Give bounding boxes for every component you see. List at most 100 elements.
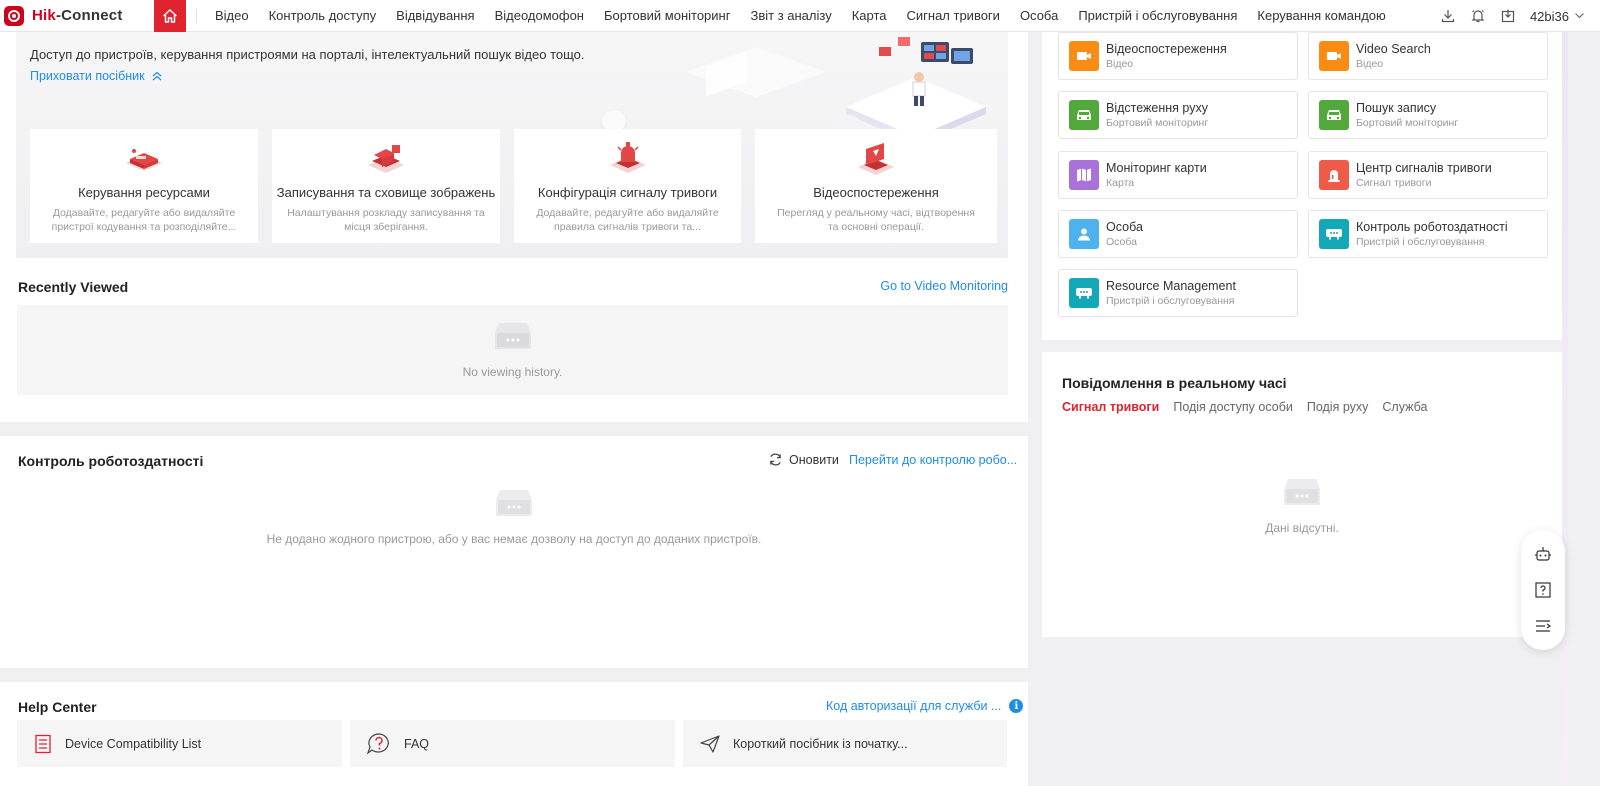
user-menu[interactable]: 42bi36: [1530, 9, 1584, 24]
user-name: 42bi36: [1529, 8, 1569, 24]
notification-bell-icon[interactable]: [1470, 8, 1486, 24]
double-chevron-up-icon: [152, 71, 162, 81]
task-download-icon[interactable]: [1500, 8, 1516, 24]
getting-started-guide: Доступ до пристроїв, керування пристроям…: [0, 32, 1028, 422]
empty-text: No viewing history.: [462, 365, 563, 379]
help-items: Device Compatibility List FAQ Короткий п…: [17, 720, 1007, 767]
empty-box-icon: [1284, 479, 1320, 505]
help-center-card: Help Center Код авторизації для служби .…: [0, 682, 1028, 786]
list-document-icon: [35, 734, 51, 753]
alarm-icon: [1319, 160, 1349, 190]
logo-text: Hik-Connect: [32, 7, 123, 24]
person-icon: [1069, 219, 1099, 249]
collapse-menu-icon[interactable]: [1534, 617, 1552, 635]
tile-description: Перегляд у реальному часі, відтворення т…: [777, 207, 975, 233]
nav-item-device-maintenance[interactable]: Пристрій і обслуговування: [1068, 8, 1247, 23]
realtime-empty: Дані відсутні.: [1042, 477, 1562, 535]
guide-tile-recording-storage[interactable]: Записування та сховище зображень Налашту…: [272, 129, 500, 243]
app-video-monitoring[interactable]: Відеоспостереження Відео: [1058, 32, 1298, 80]
app-person[interactable]: Особа Особа: [1058, 210, 1298, 258]
nav-item-map[interactable]: Карта: [842, 8, 897, 23]
tile-title: Записування та сховище зображень: [276, 185, 496, 200]
tab-alarm[interactable]: Сигнал тривоги: [1062, 400, 1159, 414]
app-logo[interactable]: Hik-Connect: [0, 5, 152, 26]
tab-service[interactable]: Служба: [1382, 400, 1427, 414]
refresh-button[interactable]: Оновити: [768, 452, 839, 467]
download-icon[interactable]: [1440, 8, 1456, 24]
home-button[interactable]: [154, 0, 186, 32]
recently-viewed-empty: No viewing history.: [17, 305, 1008, 395]
help-question-icon[interactable]: [1534, 581, 1552, 599]
chevron-down-icon: [1575, 13, 1584, 19]
vehicle-icon: [1319, 100, 1349, 130]
hide-guide-link[interactable]: Приховати посібник: [30, 69, 163, 83]
logo-icon: [4, 5, 24, 26]
app-map-monitoring[interactable]: Моніторинг карти Карта: [1058, 151, 1298, 199]
faq-question-icon: [366, 732, 389, 755]
tab-person-access-event[interactable]: Подія доступу особи: [1173, 400, 1293, 414]
app-motion-tracking[interactable]: Відстеження руху Бортовий моніторинг: [1058, 91, 1298, 139]
vehicle-icon: [1069, 100, 1099, 130]
health-monitoring-title: Контроль роботоздатності: [18, 453, 204, 469]
app-resource-management[interactable]: Resource Management Пристрій і обслуговув…: [1058, 269, 1298, 317]
alarm-config-icon: [609, 142, 646, 173]
nav-item-attendance[interactable]: Відвідування: [386, 8, 484, 23]
empty-text: Дані відсутні.: [1265, 521, 1339, 535]
go-to-health-monitoring-link[interactable]: Перейти до контролю робо...: [849, 453, 1017, 467]
home-icon: [163, 8, 177, 23]
go-to-video-monitoring-link[interactable]: Go to Video Monitoring: [880, 279, 1008, 293]
realtime-messages-title: Повідомлення в реальному часі: [1062, 375, 1287, 391]
nav-item-team-management[interactable]: Керування командою: [1247, 8, 1395, 23]
guide-description: Доступ до пристроїв, керування пристроям…: [30, 47, 585, 62]
nav-item-analysis-report[interactable]: Звіт з аналізу: [740, 8, 841, 23]
nav-item-access-control[interactable]: Контроль доступу: [259, 8, 387, 23]
help-item-quick-start[interactable]: Короткий посібник із початку...: [683, 720, 1007, 767]
help-item-device-compatibility[interactable]: Device Compatibility List: [17, 720, 342, 767]
tile-title: Керування ресурсами: [78, 185, 210, 200]
help-center-title: Help Center: [18, 699, 97, 715]
health-monitoring-card: Контроль роботоздатності Оновити Перейти…: [0, 436, 1028, 668]
recording-storage-icon: [368, 145, 404, 173]
guide-tile-alarm-config[interactable]: Конфігурація сигналу тривоги Додавайте, …: [514, 129, 741, 243]
map-icon: [1069, 160, 1099, 190]
help-item-faq[interactable]: FAQ: [350, 720, 675, 767]
nav-item-onboard-monitoring[interactable]: Бортовий моніторинг: [594, 8, 740, 23]
app-record-search[interactable]: Пошук запису Бортовий моніторинг: [1308, 91, 1548, 139]
device-icon: [1319, 219, 1349, 249]
tab-motion-event[interactable]: Подія руху: [1307, 400, 1369, 414]
empty-text: Не додано жодного пристрою, або у вас не…: [266, 532, 762, 546]
nav-item-intercom[interactable]: Відеодомофон: [485, 8, 594, 23]
video-camera-icon: [1069, 41, 1099, 71]
realtime-tabs: Сигнал тривоги Подія доступу особи Подія…: [1062, 400, 1427, 414]
paper-plane-icon: [700, 734, 720, 753]
main-nav: Відео Контроль доступу Відвідування Віде…: [205, 8, 1396, 23]
empty-box-icon: [494, 323, 531, 349]
tile-description: Додавайте, редагуйте або видаляйте прист…: [51, 207, 237, 233]
guide-tile-resource-management[interactable]: Керування ресурсами Додавайте, редагуйте…: [30, 129, 258, 243]
app-health-monitoring[interactable]: Контроль роботоздатності Пристрій і обслу…: [1308, 210, 1548, 258]
top-right-tools: 42bi36: [1440, 0, 1584, 32]
tile-description: Додавайте, редагуйте або видаляйте прави…: [536, 207, 719, 233]
top-navigation-bar: Hik-Connect Відео Контроль доступу Відві…: [0, 0, 1600, 32]
app-alarm-center[interactable]: Центр сигналів тривоги Сигнал тривоги: [1308, 151, 1548, 199]
video-search-icon: [1319, 41, 1349, 71]
info-icon[interactable]: i: [1009, 699, 1024, 713]
realtime-messages-card: Повідомлення в реальному часі Сигнал три…: [1042, 352, 1562, 637]
app-video-search[interactable]: Video Search Відео: [1308, 32, 1548, 80]
service-auth-code-link[interactable]: Код авторизації для служби ... i: [826, 699, 1024, 713]
side-scroll-strip: [1562, 32, 1568, 786]
video-monitoring-icon: [858, 143, 894, 175]
nav-item-video[interactable]: Відео: [205, 8, 259, 23]
nav-item-alarm[interactable]: Сигнал тривоги: [897, 8, 1010, 23]
tile-title: Відеоспостереження: [813, 185, 939, 200]
empty-box-icon: [496, 490, 532, 516]
guide-tile-video-monitoring[interactable]: Відеоспостереження Перегляд у реальному …: [755, 129, 997, 243]
robot-assistant-icon[interactable]: [1534, 545, 1552, 563]
resource-management-icon: [126, 149, 162, 171]
tile-description: Налаштування розкладу записування та міс…: [287, 207, 485, 233]
nav-divider: [196, 8, 197, 23]
app-shortcuts-card: Відеоспостереження Відео Video Search Віде…: [1042, 32, 1562, 340]
tile-title: Конфігурація сигналу тривоги: [537, 185, 718, 200]
nav-item-person[interactable]: Особа: [1010, 8, 1068, 23]
recently-viewed-title: Recently Viewed: [18, 279, 129, 295]
